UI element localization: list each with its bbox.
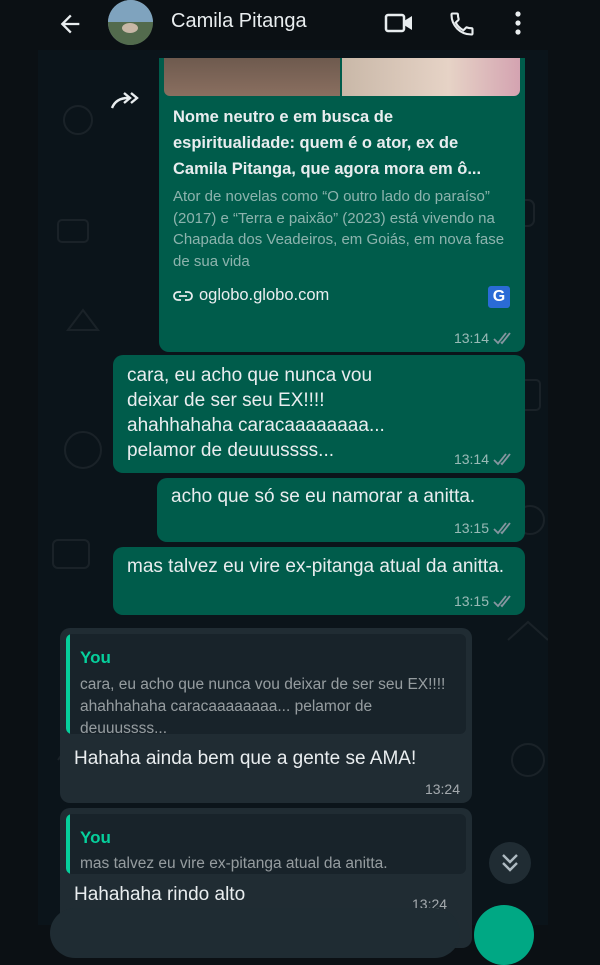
link-domain[interactable]: oglobo.globo.com <box>173 286 329 305</box>
quote-accent-bar <box>66 634 70 734</box>
message-time: 13:15 <box>453 520 489 536</box>
quote-accent-bar <box>66 814 70 874</box>
quoted-message[interactable]: You mas talvez eu vire ex-pitanga atual … <box>66 814 466 874</box>
message-meta: 13:14 <box>454 451 513 467</box>
link-thumbnail-secondary <box>342 58 520 96</box>
quoted-message[interactable]: You cara, eu acho que nunca vou deixar d… <box>66 634 466 734</box>
avatar[interactable] <box>108 0 153 45</box>
outgoing-message[interactable]: acho que só se eu namorar a anitta. 13:1… <box>157 478 525 542</box>
link-preview-message[interactable]: Nome neutro e em busca de espiritualidad… <box>159 58 525 352</box>
message-input[interactable] <box>50 908 460 958</box>
chat-header: Camila Pitanga <box>0 0 600 50</box>
link-title: Nome neutro e em busca de espiritualidad… <box>173 108 482 178</box>
chevron-double-down-icon <box>502 854 518 872</box>
message-text: mas talvez eu vire ex-pitanga atual da a… <box>127 556 505 577</box>
quote-author: You <box>80 648 111 667</box>
outgoing-message[interactable]: cara, eu acho que nunca vou deixar de se… <box>113 355 525 473</box>
phone-icon[interactable] <box>448 10 476 38</box>
link-domain-text: oglobo.globo.com <box>199 286 330 304</box>
scroll-to-bottom-button[interactable] <box>489 842 531 884</box>
send-button[interactable] <box>474 905 534 965</box>
quote-text: cara, eu acho que nunca vou deixar de se… <box>80 676 446 734</box>
forward-icon[interactable] <box>110 92 140 110</box>
message-text: Hahahaha rindo alto <box>74 884 246 905</box>
avatar-photo <box>108 0 153 45</box>
message-time: 13:14 <box>453 451 489 467</box>
quote-author: You <box>80 828 111 847</box>
incoming-message[interactable]: You cara, eu acho que nunca vou deixar d… <box>60 628 472 803</box>
source-favicon: G <box>488 286 510 308</box>
contact-name[interactable]: Camila Pitanga <box>171 10 307 33</box>
message-meta: 13:14 <box>454 330 513 346</box>
outgoing-message[interactable]: mas talvez eu vire ex-pitanga atual da a… <box>113 547 525 615</box>
message-time: 13:14 <box>453 330 489 346</box>
message-text: cara, eu acho que nunca vou deixar de se… <box>127 365 385 461</box>
quote-text: mas talvez eu vire ex-pitanga atual da a… <box>80 855 388 872</box>
message-meta: 13:15 <box>454 520 513 536</box>
link-icon <box>173 290 193 301</box>
video-call-icon[interactable] <box>384 10 414 36</box>
link-description: Ator de novelas como “O outro lado do pa… <box>173 188 505 270</box>
link-thumbnail <box>164 58 340 96</box>
double-check-icon <box>493 522 511 535</box>
double-check-icon <box>493 453 511 466</box>
double-check-icon <box>493 332 511 345</box>
more-vert-icon[interactable] <box>508 10 528 36</box>
message-text: acho que só se eu namorar a anitta. <box>171 486 476 507</box>
message-time: 13:24 <box>424 781 460 797</box>
message-text: Hahaha ainda bem que a gente se AMA! <box>74 748 417 769</box>
double-check-icon <box>493 595 511 608</box>
message-meta: 13:15 <box>454 593 513 609</box>
message-time: 13:15 <box>453 593 489 609</box>
back-arrow-icon[interactable] <box>56 10 84 38</box>
